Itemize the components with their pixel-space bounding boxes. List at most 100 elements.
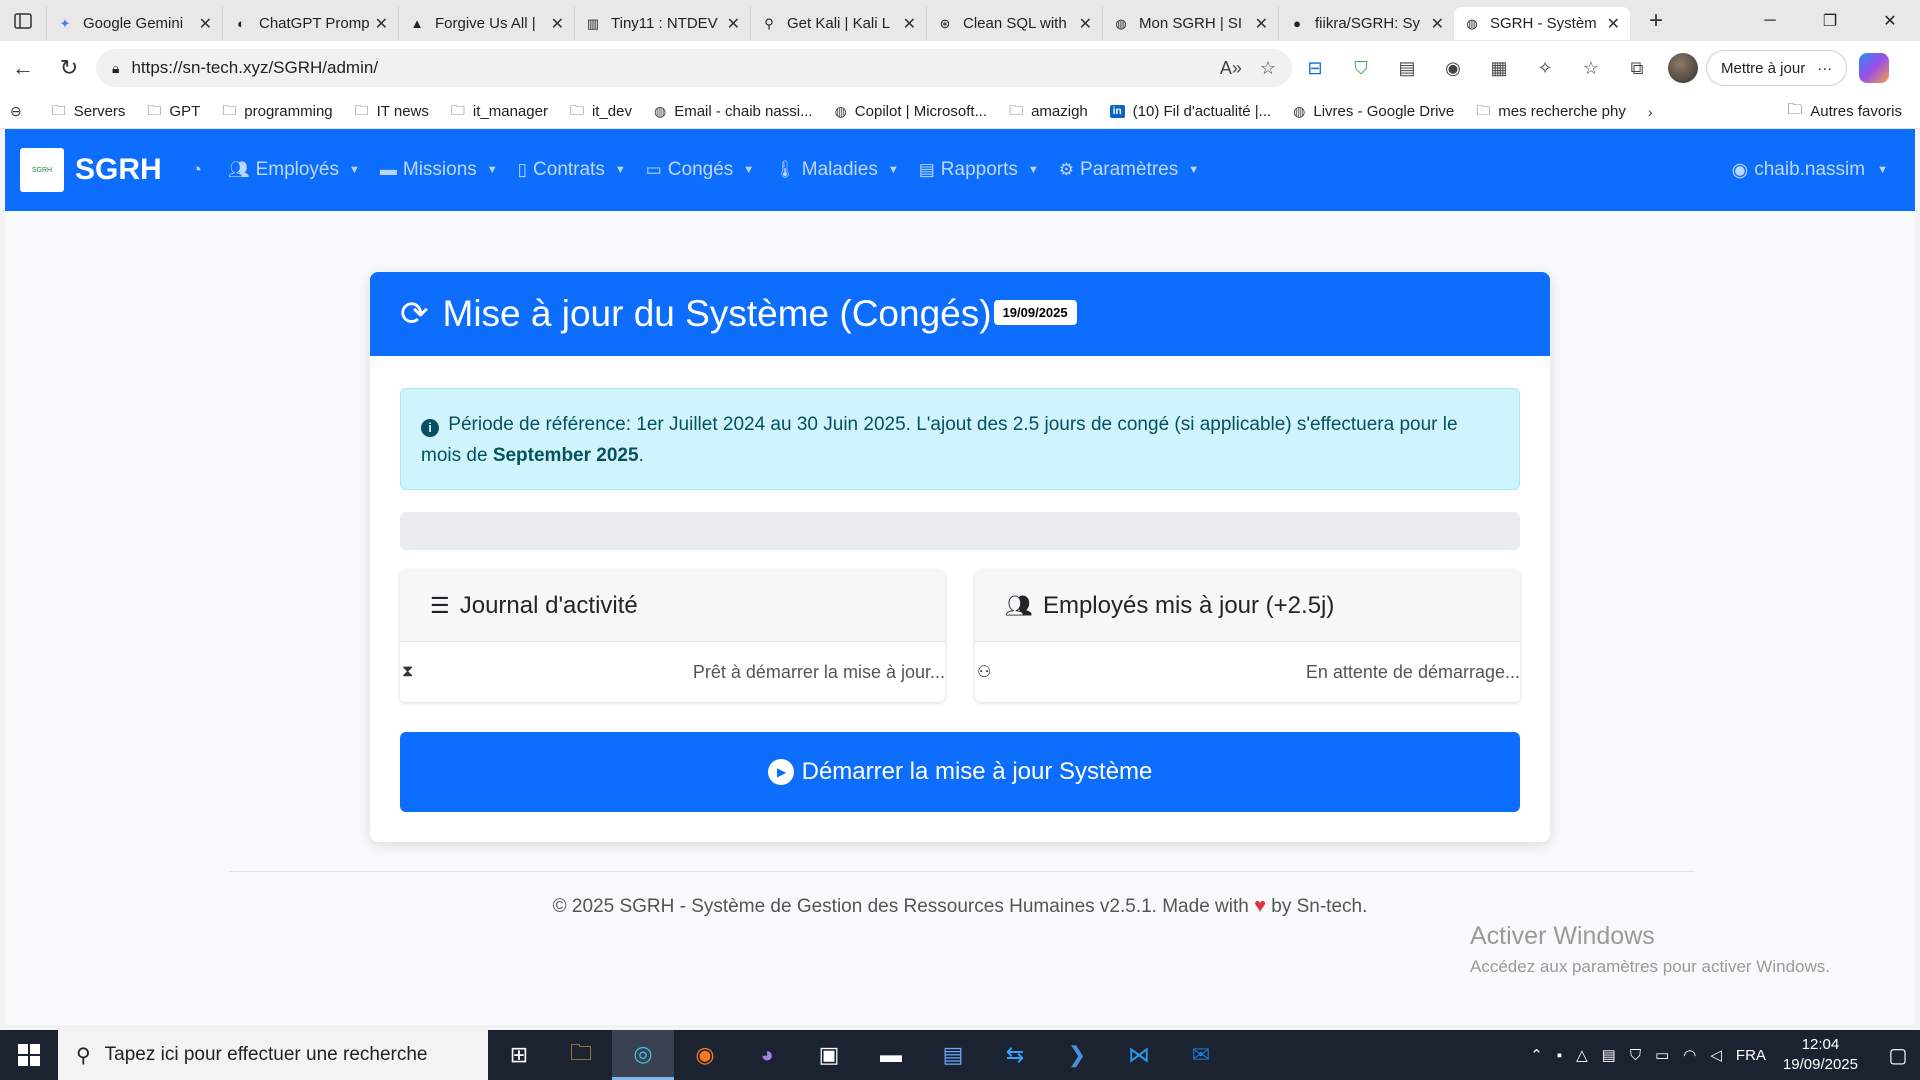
clock[interactable]: 12:04 19/09/2025 — [1783, 1035, 1858, 1075]
bookmarks-overflow-icon[interactable]: › — [1648, 104, 1661, 120]
bookmark-item[interactable]: 🗀︎ GPT — [147, 100, 200, 124]
browser-tab-active[interactable]: ◍ SGRH - Systèm ✕ — [1454, 7, 1630, 40]
nav-dashboard[interactable]: ◔ — [192, 160, 208, 180]
nav-contrats[interactable]: ▯ Contrats ▼ — [518, 159, 626, 181]
close-window-icon[interactable]: ✕ — [1860, 0, 1920, 41]
vscode-icon[interactable]: ⋈ — [1108, 1030, 1170, 1080]
tray-app-icon[interactable]: ▪ — [1557, 1047, 1562, 1064]
app-icon[interactable]: ▣ — [798, 1030, 860, 1080]
profile-avatar[interactable] — [1668, 53, 1698, 83]
url-field[interactable]: 🔒︎ https://sn-tech.xyz/SGRH/admin/ A» ☆ — [96, 49, 1292, 87]
file-explorer-icon[interactable]: 🗀︎ — [550, 1030, 612, 1080]
bookmark-item[interactable]: 🗀︎ it_dev — [570, 100, 632, 124]
powershell-icon[interactable]: ❯ — [1046, 1030, 1108, 1080]
windows-taskbar: ⚲ Tapez ici pour effectuer une recherche … — [0, 1030, 1920, 1080]
brand-link[interactable]: SGRH SGRH — [20, 148, 162, 192]
bookmark-item[interactable]: ◍ Livres - Google Drive — [1293, 103, 1454, 120]
outlook-icon[interactable]: ✉ — [1170, 1030, 1232, 1080]
bookmark-item[interactable]: 🗀︎ it_manager — [451, 100, 548, 124]
browser-tab[interactable]: ◐ ChatGPT Promp ✕ — [222, 7, 398, 40]
close-tab-icon[interactable]: ✕ — [1079, 14, 1092, 34]
nav-parametres[interactable]: ⚙︎ Paramètres ▼ — [1059, 159, 1199, 181]
close-tab-icon[interactable]: ✕ — [199, 14, 212, 34]
bookmark-item[interactable]: 🗀︎ Servers — [52, 100, 126, 124]
nav-employes[interactable]: 👥︎ Employés ▼ — [228, 159, 360, 181]
copilot-icon[interactable] — [1859, 53, 1890, 83]
collections-icon[interactable]: ⧉ — [1614, 58, 1660, 79]
browser-tab[interactable]: ⚲ Get Kali | Kali L ✕ — [750, 7, 926, 40]
close-tab-icon[interactable]: ✕ — [1607, 14, 1620, 34]
nav-conges[interactable]: ▭ Congés ▼ — [646, 159, 754, 181]
reload-icon[interactable]: ↻ — [46, 55, 92, 81]
start-update-button[interactable]: ▶ Démarrer la mise à jour Système — [400, 732, 1520, 812]
extension-icon[interactable]: ◉ — [1430, 58, 1476, 79]
tab-actions-icon[interactable] — [0, 0, 46, 41]
close-tab-icon[interactable]: ✕ — [1255, 14, 1268, 34]
terminal-icon[interactable]: ▬ — [860, 1030, 922, 1080]
read-aloud-icon[interactable]: A» — [1220, 58, 1242, 79]
extension-icon[interactable]: ⊟ — [1292, 58, 1338, 79]
app-icon[interactable]: ▤ — [922, 1030, 984, 1080]
favorites-icon[interactable]: ☆ — [1568, 58, 1614, 79]
extension-icon[interactable]: ▤ — [1384, 58, 1430, 79]
close-tab-icon[interactable]: ✕ — [727, 14, 740, 34]
wifi-icon[interactable]: ◠ — [1683, 1046, 1696, 1064]
bookmark-item[interactable]: ◍ Email - chaib nassi... — [654, 103, 813, 120]
bookmark-item[interactable]: 🗀︎ IT news — [355, 100, 429, 124]
caret-down-icon: ▼ — [743, 164, 755, 176]
restore-icon[interactable]: ❐ — [1800, 0, 1860, 41]
google-drive-icon[interactable]: △ — [1576, 1046, 1588, 1064]
browser-tab[interactable]: ▥ Tiny11 : NTDEV ✕ — [574, 7, 750, 40]
extensions-puzzle-icon[interactable]: ✧ — [1522, 58, 1568, 79]
browser-tab[interactable]: ▲ Forgive Us All | ✕ — [398, 7, 574, 40]
browser-tab[interactable]: ● fiikra/SGRH: Sy ✕ — [1278, 7, 1454, 40]
bookmark-item[interactable]: in (10) Fil d'actualité |... — [1109, 103, 1271, 120]
notification-icon[interactable]: ▢ — [1876, 1043, 1920, 1068]
nav-missions[interactable]: ▬ Missions ▼ — [380, 159, 498, 181]
nav-maladies[interactable]: 🌡︎ Maladies ▼ — [774, 159, 899, 181]
close-tab-icon[interactable]: ✕ — [903, 14, 916, 34]
shield-icon[interactable]: ⛉ — [1338, 58, 1384, 79]
update-button[interactable]: Mettre à jour ··· — [1706, 50, 1848, 86]
user-menu[interactable]: ◉ chaib.nassim ▼ — [1732, 159, 1888, 182]
close-tab-icon[interactable]: ✕ — [1431, 14, 1444, 34]
bookmark-item[interactable]: 🗀︎ mes recherche phy — [1476, 100, 1626, 124]
shield-icon[interactable]: ⛉ — [1630, 1047, 1641, 1064]
github-desktop-icon[interactable]: ◕ — [736, 1030, 798, 1080]
close-tab-icon[interactable]: ✕ — [551, 14, 564, 34]
edge-icon[interactable]: ◎ — [612, 1030, 674, 1080]
close-tab-icon[interactable]: ✕ — [375, 14, 388, 34]
language-indicator[interactable]: FRA — [1736, 1047, 1766, 1064]
more-icon[interactable]: ··· — [1817, 60, 1832, 77]
bookmark-item[interactable]: ◍ Copilot | Microsoft... — [835, 103, 988, 120]
app-navbar: SGRH SGRH ◔ 👥︎ Employés ▼ ▬ Missions ▼ ▯ Cont… — [5, 129, 1915, 211]
browser-tab[interactable]: ⊛ Clean SQL with ✕ — [926, 7, 1102, 40]
browser-tab[interactable]: ✦ Google Gemini ✕ — [46, 7, 222, 40]
site-info-icon[interactable]: 🔒︎ — [112, 60, 119, 77]
play-circle-icon: ▶ — [767, 759, 794, 785]
bookmark-item[interactable]: 🗀︎ programming — [222, 100, 332, 124]
chevron-up-icon[interactable]: ⌃ — [1530, 1046, 1543, 1064]
tray-app-icon[interactable]: ▤ — [1602, 1046, 1616, 1064]
new-tab-button[interactable]: + — [1636, 7, 1676, 35]
volume-icon[interactable]: ◁ — [1710, 1046, 1722, 1064]
kali-icon: ⚲ — [764, 15, 774, 31]
taskbar-search[interactable]: ⚲ Tapez ici pour effectuer une recherche — [58, 1030, 488, 1080]
qr-icon[interactable]: ▦ — [1476, 58, 1522, 79]
firefox-icon[interactable]: ◉ — [674, 1030, 736, 1080]
favorite-star-icon[interactable]: ☆ — [1260, 58, 1276, 79]
other-bookmarks[interactable]: 🗀︎ Autres favoris — [1787, 99, 1902, 124]
browser-tab[interactable]: ◍ Mon SGRH | SI ✕ — [1102, 7, 1278, 40]
windows-start-icon[interactable] — [0, 1030, 58, 1080]
minimize-icon[interactable]: ─ — [1740, 0, 1800, 41]
user-circle-icon: ◉ — [1731, 159, 1749, 181]
task-view-icon[interactable]: ⊞ — [488, 1030, 550, 1080]
bookmark-item[interactable]: 🗀︎ amazigh — [1009, 100, 1088, 124]
nav-rapports[interactable]: ▤ Rapports ▼ — [919, 159, 1039, 181]
folder-icon: 🗀︎ — [1476, 101, 1491, 118]
back-icon[interactable]: ← — [0, 55, 46, 81]
bookmark-app-icon[interactable]: ⊖ — [10, 103, 30, 120]
app-icon[interactable]: ⇆ — [984, 1030, 1046, 1080]
search-icon: ⚲ — [76, 1044, 91, 1067]
battery-icon[interactable]: ▭ — [1655, 1046, 1669, 1064]
